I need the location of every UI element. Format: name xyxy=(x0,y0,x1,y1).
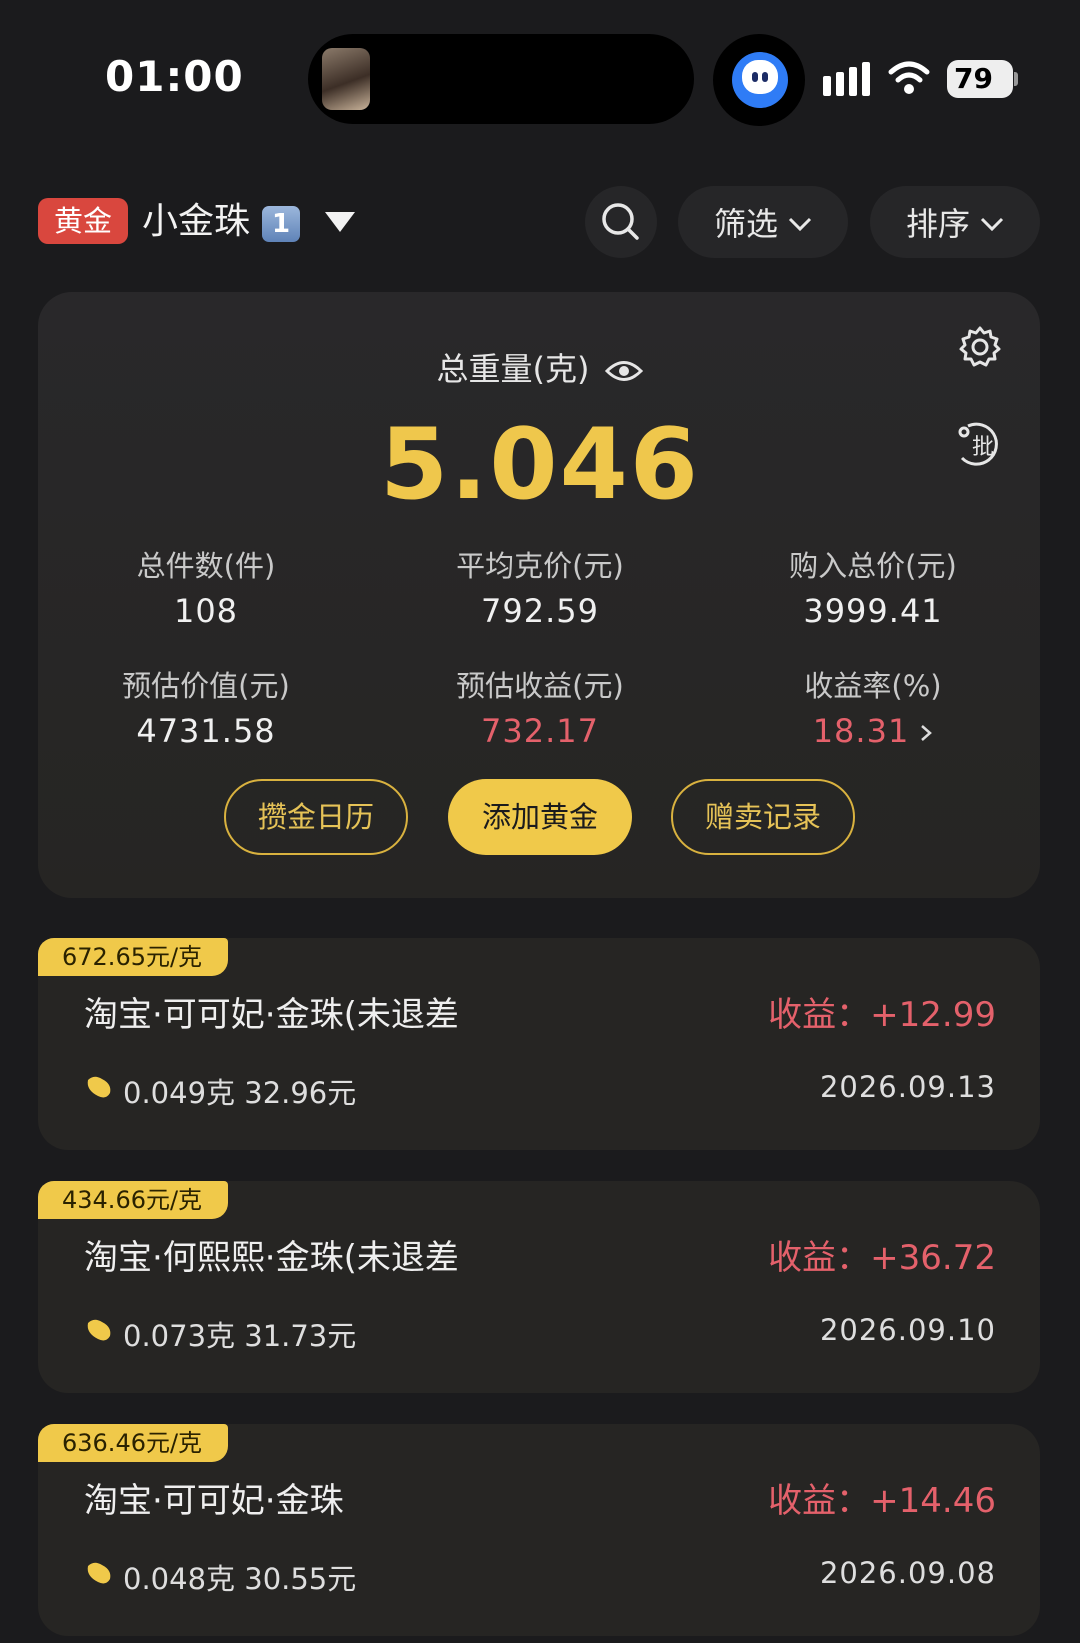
assistant-eye xyxy=(762,72,768,82)
search-icon xyxy=(602,203,639,240)
chevron-down-icon xyxy=(980,217,1004,231)
gold-calendar-button[interactable]: 攒金日历 xyxy=(224,779,408,855)
chevron-right-icon xyxy=(921,725,933,741)
stat-avg-price-value: 792.59 xyxy=(481,592,599,630)
signal-icon xyxy=(823,62,870,96)
stat-return-rate-label[interactable]: 收益率(%) xyxy=(713,663,1033,705)
gold-bean-icon xyxy=(87,1319,111,1341)
item-date: 2026.09.10 xyxy=(819,1313,996,1347)
item-weight-cost: 0.049克 32.96元 xyxy=(123,1076,357,1110)
item-name: 淘宝·可可妃·金珠(未退差 xyxy=(84,995,459,1035)
price-per-gram-tag: 434.66元/克 xyxy=(38,1181,229,1219)
eye-icon[interactable] xyxy=(605,358,644,384)
item-date: 2026.09.13 xyxy=(819,1070,996,1104)
item-name: 淘宝·可可妃·金珠 xyxy=(84,1481,344,1521)
gift-sell-records-button[interactable]: 赠卖记录 xyxy=(671,779,855,855)
stat-return-rate-value[interactable]: 18.31 xyxy=(713,712,1033,750)
battery-nub xyxy=(1014,72,1018,86)
category-tag[interactable]: 黄金 xyxy=(38,198,128,244)
sort-label: 排序 xyxy=(905,205,970,243)
total-weight-title: 总重量(克) xyxy=(0,344,1080,390)
stat-count-value: 108 xyxy=(173,592,239,630)
sort-button[interactable]: 排序 xyxy=(870,186,1040,258)
stat-avg-price-label: 平均克价(元) xyxy=(456,549,624,583)
item-name: 淘宝·何熙熙·金珠(未退差 xyxy=(84,1238,459,1278)
return-rate-text: 18.31 xyxy=(812,712,910,750)
filter-button[interactable]: 筛选 xyxy=(678,186,848,258)
stat-total-cost-label: 购入总价(元) xyxy=(789,549,957,583)
item-date: 2026.09.08 xyxy=(819,1556,996,1590)
stat-count-label: 总件数(件) xyxy=(136,549,276,583)
stat-total-cost-value: 3999.41 xyxy=(803,592,943,630)
price-per-gram-tag: 636.46元/克 xyxy=(38,1424,229,1462)
stat-est-value-label: 预估价值(元) xyxy=(122,669,290,703)
stat-est-gain-value: 732.17 xyxy=(481,712,599,750)
status-time: 01:00 xyxy=(105,52,244,101)
chevron-down-icon xyxy=(788,217,812,231)
total-weight-label: 总重量(克) xyxy=(436,350,590,388)
assistant-eye xyxy=(752,72,758,82)
now-playing-thumbnail[interactable] xyxy=(322,48,370,110)
item-gain: 收益：+36.72 xyxy=(768,1238,996,1278)
filter-label: 筛选 xyxy=(713,205,778,243)
item-weight-cost: 0.073克 31.73元 xyxy=(123,1319,357,1353)
count-badge: 1 xyxy=(262,206,300,242)
gold-bean-icon xyxy=(87,1076,111,1098)
total-weight-value: 5.046 xyxy=(380,408,700,522)
collection-dropdown-icon[interactable] xyxy=(325,212,355,232)
wifi-icon xyxy=(888,61,930,94)
item-weight-cost: 0.048克 30.55元 xyxy=(123,1562,357,1596)
price-per-gram-tag: 672.65元/克 xyxy=(38,938,229,976)
stat-est-value-value: 4731.58 xyxy=(136,712,276,750)
add-gold-button[interactable]: 添加黄金 xyxy=(448,779,632,855)
item-gain: 收益：+12.99 xyxy=(768,995,996,1035)
gear-icon[interactable] xyxy=(958,325,1002,369)
gold-bean-icon xyxy=(87,1562,111,1584)
item-gain: 收益：+14.46 xyxy=(768,1481,996,1521)
assistant-face xyxy=(742,60,778,94)
stat-est-gain-label: 预估收益(元) xyxy=(456,669,624,703)
collection-title[interactable]: 小金珠 xyxy=(142,198,250,246)
search-button[interactable] xyxy=(585,186,657,258)
battery-indicator: 79 xyxy=(947,60,1013,98)
